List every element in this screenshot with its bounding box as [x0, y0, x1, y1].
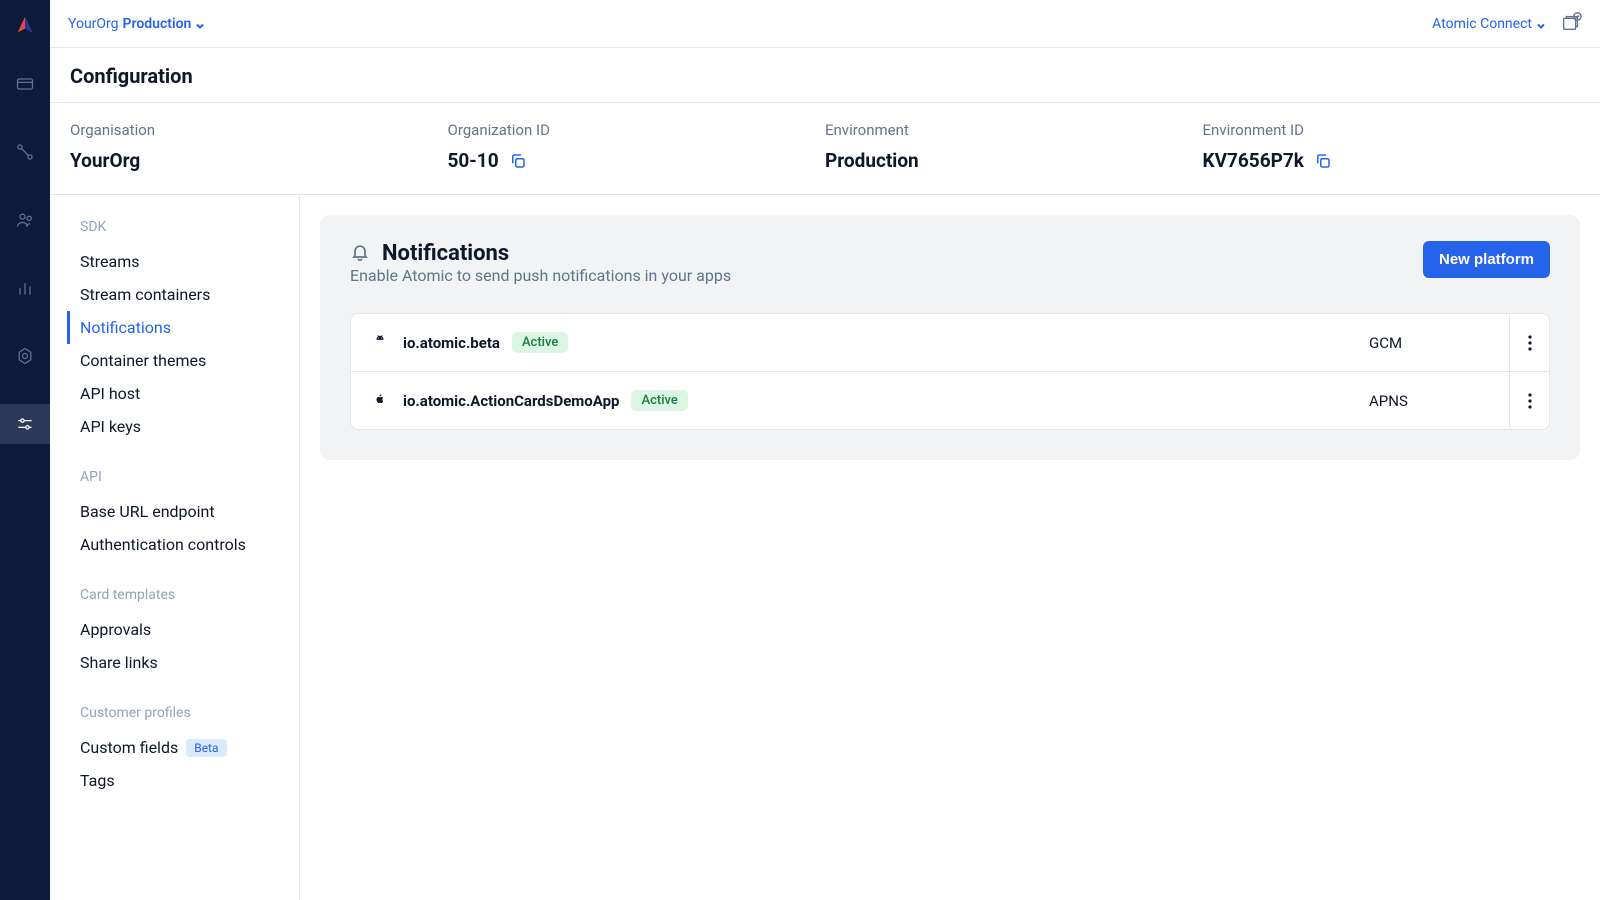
info-strip: Organisation YourOrg Organization ID 50-… — [50, 103, 1600, 195]
env-value: Production — [825, 149, 1203, 172]
envid-value: KV7656P7k — [1203, 149, 1304, 172]
subnav-base-url[interactable]: Base URL endpoint — [70, 495, 289, 528]
android-icon — [373, 333, 389, 353]
logo-icon — [14, 14, 36, 36]
content-area: Notifications Enable Atomic to send push… — [300, 195, 1600, 900]
subnav-heading-templates: Card templates — [70, 587, 289, 603]
config-subnav: SDK Streams Stream containers Notificati… — [50, 195, 300, 900]
platform-type: APNS — [1369, 392, 1509, 410]
org-value: YourOrg — [70, 149, 448, 172]
env-label: Environment — [825, 121, 1203, 139]
panel-subtitle: Enable Atomic to send push notifications… — [350, 266, 731, 285]
subnav-api-host[interactable]: API host — [70, 377, 289, 410]
subnav-approvals[interactable]: Approvals — [70, 613, 289, 646]
subnav-tags[interactable]: Tags — [70, 764, 289, 797]
status-badge: Active — [631, 390, 687, 411]
orgid-label: Organization ID — [448, 121, 826, 139]
connect-label: Atomic Connect — [1432, 16, 1532, 32]
subnav-streams[interactable]: Streams — [70, 245, 289, 278]
chevron-down-icon — [1536, 19, 1546, 29]
subnav-custom-fields-label: Custom fields — [80, 738, 178, 757]
bell-icon — [350, 242, 370, 266]
page-title: Configuration — [70, 64, 1580, 88]
subnav-api-keys[interactable]: API keys — [70, 410, 289, 443]
platform-name: io.atomic.beta — [403, 334, 500, 352]
platform-row: io.atomic.beta Active GCM — [351, 314, 1549, 372]
orgid-value: 50-10 — [448, 149, 499, 172]
subnav-notifications[interactable]: Notifications — [67, 311, 289, 344]
chevron-down-icon — [195, 19, 205, 29]
platform-menu-button[interactable] — [1509, 314, 1549, 371]
beta-badge: Beta — [186, 739, 226, 757]
envid-label: Environment ID — [1203, 121, 1581, 139]
sync-status-icon[interactable] — [1560, 11, 1582, 37]
page-header: Configuration — [50, 48, 1600, 103]
subnav-share-links[interactable]: Share links — [70, 646, 289, 679]
rail-flows-icon[interactable] — [0, 132, 50, 172]
env-name: Production — [123, 16, 192, 32]
platform-list: io.atomic.beta Active GCM — [350, 313, 1550, 430]
org-name: YourOrg — [68, 16, 119, 32]
atomic-connect-link[interactable]: Atomic Connect — [1432, 16, 1546, 32]
subnav-heading-api: API — [70, 469, 289, 485]
rail-analytics-icon[interactable] — [0, 268, 50, 308]
platform-type: GCM — [1369, 334, 1509, 352]
subnav-heading-profiles: Customer profiles — [70, 705, 289, 721]
subnav-auth-controls[interactable]: Authentication controls — [70, 528, 289, 561]
rail-cards-icon[interactable] — [0, 64, 50, 104]
new-platform-button[interactable]: New platform — [1423, 241, 1550, 278]
subnav-custom-fields[interactable]: Custom fields Beta — [70, 731, 289, 764]
copy-orgid-button[interactable] — [509, 152, 527, 170]
rail-settings-icon[interactable] — [0, 336, 50, 376]
notifications-panel: Notifications Enable Atomic to send push… — [320, 215, 1580, 460]
subnav-stream-containers[interactable]: Stream containers — [70, 278, 289, 311]
status-badge: Active — [512, 332, 568, 353]
icon-rail — [0, 0, 50, 900]
platform-row: io.atomic.ActionCardsDemoApp Active APNS — [351, 372, 1549, 429]
panel-title: Notifications — [382, 241, 509, 266]
subnav-container-themes[interactable]: Container themes — [70, 344, 289, 377]
org-label: Organisation — [70, 121, 448, 139]
apple-icon — [373, 391, 389, 411]
rail-config-icon[interactable] — [0, 404, 50, 444]
env-switcher[interactable]: YourOrg Production — [68, 16, 205, 32]
copy-envid-button[interactable] — [1314, 152, 1332, 170]
platform-name: io.atomic.ActionCardsDemoApp — [403, 392, 619, 410]
topbar: YourOrg Production Atomic Connect — [50, 0, 1600, 48]
rail-users-icon[interactable] — [0, 200, 50, 240]
subnav-heading-sdk: SDK — [70, 219, 289, 235]
platform-menu-button[interactable] — [1509, 372, 1549, 429]
